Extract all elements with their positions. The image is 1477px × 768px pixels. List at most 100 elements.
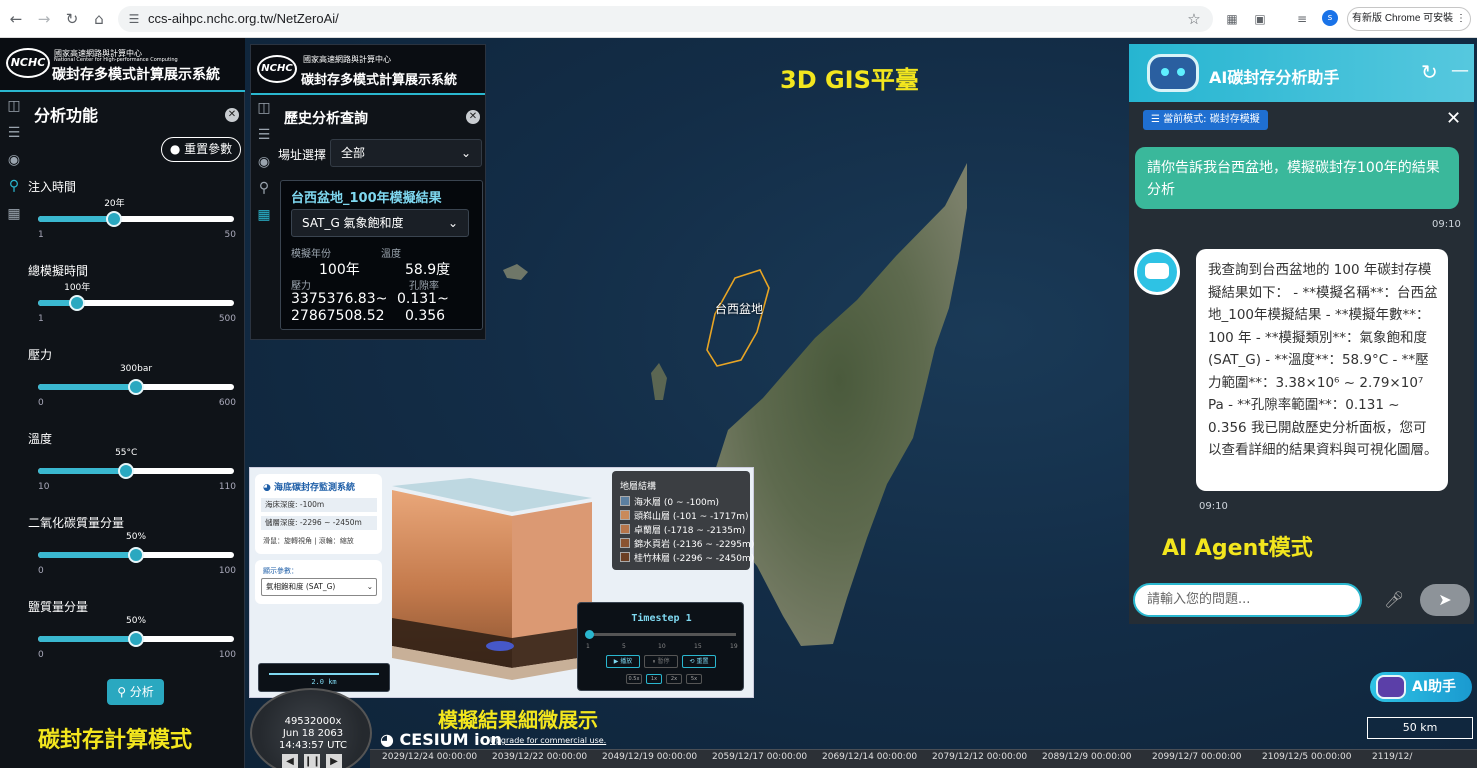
bookmark-star-icon[interactable]: ☆	[1184, 9, 1204, 29]
param-group: 注入時間 20年 1 50	[28, 178, 242, 262]
timeline-tick: 2029/12/24 00:00:00	[382, 752, 478, 762]
analysis-icon[interactable]: ⚲	[0, 178, 28, 194]
close-icon[interactable]: ✕	[1446, 108, 1461, 129]
panel-title: 分析功能	[34, 106, 99, 125]
param-value: 100年	[64, 283, 91, 293]
legend-item: 桂竹林層 (-2296 ~ -2450m)	[620, 551, 754, 564]
sidebar-toggle-icon[interactable]: ◫	[0, 98, 28, 114]
url-text[interactable]: ccs-aihpc.nchc.org.tw/NetZeroAi/	[148, 11, 339, 26]
history-search-icon[interactable]: ▦	[0, 206, 28, 222]
timestep-panel: Timestep 1 1 5 10 15 19 ▶ 播放 ⏸ 暫停 ⟲ 重置 0.5x 1…	[577, 602, 744, 691]
param-slider-thumb[interactable]	[118, 463, 135, 479]
param-value: 300bar	[119, 364, 153, 374]
history-rail-search-icon[interactable]: ▦	[250, 207, 278, 223]
variable-select[interactable]: SAT_G 氣象飽和度 ⌄	[291, 209, 469, 237]
cesium-upgrade-link[interactable]: Upgrade for commercial use.	[490, 736, 606, 745]
timeline-tick: 2069/12/14 00:00:00	[822, 752, 918, 762]
site-select[interactable]: 全部 ⌄	[330, 139, 482, 167]
reload-icon[interactable]: ↻	[62, 9, 82, 29]
map-title: 3D GIS平臺	[780, 66, 919, 94]
param-slider-thumb[interactable]	[128, 379, 144, 395]
close-icon[interactable]: ✕	[225, 108, 239, 122]
chat-input[interactable]: 請輸入您的問題...	[1133, 583, 1362, 617]
refresh-icon[interactable]: ↻	[1421, 60, 1438, 84]
user-message: 請你告訴我台西盆地，模擬碳封存100年的結果分析	[1135, 147, 1459, 209]
param-max: 600	[218, 398, 236, 408]
param-slider-fill	[38, 216, 115, 222]
history-logo-mark: NCHC	[257, 55, 297, 83]
param-slider[interactable]	[38, 211, 234, 227]
ai-header: AI碳封存分析助手 ↻ —	[1129, 44, 1474, 102]
porosity-range-start: 0.131~	[397, 291, 449, 307]
location-pin-icon[interactable]: ◉	[0, 152, 28, 168]
bot-avatar	[1134, 249, 1180, 295]
sim-scale-bar: 2.0 km	[258, 663, 390, 692]
speed-button[interactable]: 5x	[686, 674, 702, 684]
param-group: 鹽質量分量 50% 0 100	[28, 598, 242, 682]
extensions-icon[interactable]: ▣	[1250, 9, 1270, 29]
timestep-thumb[interactable]	[585, 630, 594, 639]
timestep-tick: 15	[694, 643, 702, 650]
clock-time: 14:43:57 UTC	[279, 740, 347, 751]
simulation-viewer[interactable]: ◕ 海底碳封存監測系統 海床深度: -100m 儲層深度: -2296 ~ -2…	[249, 467, 754, 698]
play-icon[interactable]: ▶	[326, 754, 342, 768]
chevron-down-icon: ⌄	[460, 146, 471, 160]
ai-assistant-launcher[interactable]: AI助手	[1370, 672, 1472, 702]
porosity-range-end: 0.356	[405, 308, 446, 324]
history-rail-layers-icon[interactable]: ☰	[250, 127, 278, 143]
param-slider[interactable]	[38, 295, 234, 311]
legend-label: 錦水頁岩 (-2136 ~ -2295m)	[634, 539, 755, 550]
param-min: 0	[38, 566, 44, 576]
back-icon[interactable]: ←	[6, 9, 26, 29]
translate-icon[interactable]: ▦	[1222, 9, 1242, 29]
pause-button[interactable]: ⏸ 暫停	[644, 655, 678, 668]
history-org-name: 國家高速網路與計算中心	[303, 55, 391, 64]
microphone-icon[interactable]: 🎤︎	[1384, 590, 1404, 609]
history-rail-sidebar-icon[interactable]: ◫	[250, 100, 278, 116]
legend-swatch	[620, 496, 630, 506]
param-slider-thumb[interactable]	[106, 211, 123, 227]
param-slider[interactable]	[38, 631, 234, 647]
param-slider[interactable]	[38, 379, 234, 395]
play-button[interactable]: ▶ 播放	[606, 655, 640, 668]
temp-label: 溫度	[381, 249, 401, 260]
animation-clock[interactable]: 49532000x Jun 18 2063 14:43:57 UTC ◀ ❙❙ …	[250, 688, 372, 768]
pause-icon[interactable]: ❙❙	[304, 754, 321, 768]
speed-button[interactable]: 2x	[666, 674, 682, 684]
timeline-tick: 2079/12/12 00:00:00	[932, 752, 1028, 762]
history-rail-analysis-icon[interactable]: ⚲	[250, 180, 278, 196]
speed-button[interactable]: 1x	[646, 674, 662, 684]
param-min: 1	[38, 230, 44, 240]
reset-sim-button[interactable]: ⟲ 重置	[682, 655, 716, 668]
param-value: 55°C	[115, 448, 138, 458]
forward-icon[interactable]: →	[34, 9, 54, 29]
param-slider-thumb[interactable]	[128, 631, 144, 647]
site-info-icon[interactable]: ☰	[124, 9, 144, 29]
param-slider-thumb[interactable]	[128, 547, 144, 563]
reset-params-button[interactable]: ● 重置參數	[161, 137, 241, 162]
timestep-tick: 1	[586, 643, 590, 650]
profile-avatar[interactable]: s	[1322, 10, 1338, 26]
param-slider[interactable]	[38, 463, 234, 479]
reverse-icon[interactable]: ◀	[282, 754, 298, 768]
param-slider[interactable]	[38, 547, 234, 563]
bot-message-time: 09:10	[1199, 501, 1228, 512]
param-slider-thumb[interactable]	[69, 295, 86, 311]
pressure-range-start: 3375376.83~	[291, 291, 388, 307]
analyze-button[interactable]: ⚲ 分析	[107, 679, 164, 705]
basin-label: 台西盆地	[715, 302, 764, 316]
minimize-icon[interactable]: —	[1451, 60, 1469, 81]
layers-icon[interactable]: ☰	[0, 125, 28, 141]
history-close-icon[interactable]: ✕	[466, 110, 480, 124]
send-button[interactable]: ➤	[1420, 584, 1470, 616]
chrome-update-button[interactable]: 有新版 Chrome 可安裝 ⋮	[1347, 7, 1471, 31]
timestep-track[interactable]	[585, 630, 736, 639]
speed-button[interactable]: 0.5x	[626, 674, 642, 684]
org-name-en: National Center for High-performance Com…	[54, 57, 178, 63]
timeline[interactable]: 2029/12/24 00:00:00 2039/12/22 00:00:00 20…	[370, 749, 1477, 768]
timestep-label: Timestep 1	[631, 613, 692, 624]
history-rail-pin-icon[interactable]: ◉	[250, 154, 278, 170]
home-icon[interactable]: ⌂	[89, 9, 109, 29]
media-icon[interactable]: ≡	[1292, 9, 1312, 29]
map-scale-bar: 50 km	[1367, 717, 1473, 739]
